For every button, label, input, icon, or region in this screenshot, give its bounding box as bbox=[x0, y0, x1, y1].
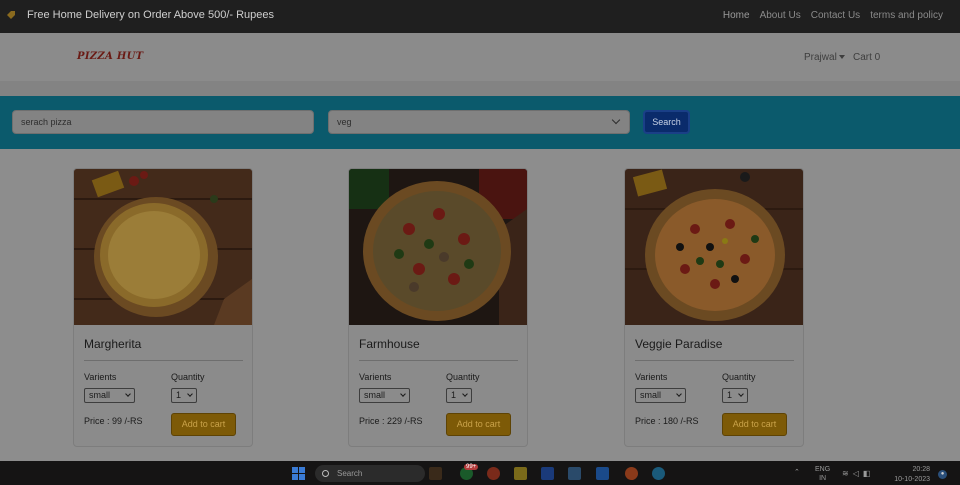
chevron-down-icon bbox=[400, 391, 406, 397]
taskbar-search[interactable] bbox=[315, 465, 425, 482]
category-select[interactable]: veg bbox=[328, 110, 630, 134]
chevron-down-icon bbox=[462, 391, 468, 397]
variants-label: Varients bbox=[635, 372, 668, 382]
add-to-cart-button[interactable]: Add to cart bbox=[171, 413, 236, 436]
brand-logo[interactable]: PIZZA HUT bbox=[77, 51, 143, 62]
quantity-select[interactable]: 1 bbox=[446, 388, 472, 403]
quantity-value: 1 bbox=[451, 390, 457, 400]
variant-value: small bbox=[640, 390, 662, 400]
avatar-app-icon[interactable] bbox=[429, 467, 442, 480]
header-spacer bbox=[0, 81, 960, 96]
quantity-label: Quantity bbox=[722, 372, 756, 382]
pizza-image bbox=[625, 169, 803, 325]
product-card: Farmhouse Varients Quantity small 1 Pric… bbox=[348, 168, 528, 447]
variant-value: small bbox=[364, 390, 386, 400]
chevron-down-icon bbox=[738, 391, 744, 397]
nav-terms-link[interactable]: terms and policy bbox=[865, 10, 948, 21]
nav-about-link[interactable]: About Us bbox=[755, 10, 806, 21]
pizza-image bbox=[349, 169, 527, 325]
file-explorer-icon[interactable] bbox=[514, 467, 527, 480]
caret-down-icon bbox=[838, 55, 845, 60]
language-code: ENG bbox=[815, 466, 831, 473]
search-input[interactable]: serach pizza bbox=[12, 110, 314, 134]
product-grid: Margherita Varients Quantity small 1 Pri… bbox=[0, 149, 960, 461]
chevron-down-icon bbox=[125, 391, 131, 397]
divider bbox=[359, 360, 518, 361]
product-name: Farmhouse bbox=[359, 337, 420, 351]
vscode-icon[interactable] bbox=[596, 467, 609, 480]
product-card: Margherita Varients Quantity small 1 Pri… bbox=[73, 168, 253, 447]
variant-value: small bbox=[89, 390, 111, 400]
chevron-down-icon bbox=[676, 391, 682, 397]
notification-badge: 99+ bbox=[464, 464, 479, 470]
region-code: IN bbox=[819, 475, 827, 482]
chevron-down-icon bbox=[187, 391, 193, 397]
variants-label: Varients bbox=[84, 372, 117, 382]
chevron-down-icon bbox=[611, 115, 621, 125]
system-tray-icons[interactable]: ≋◁◧ bbox=[842, 469, 874, 478]
nav-home-link[interactable]: Home bbox=[718, 10, 755, 21]
taskbar-search-label: Search bbox=[337, 469, 363, 478]
user-dropdown[interactable]: Prajwal bbox=[804, 52, 845, 63]
clock[interactable]: 20:28 10-10-2023 bbox=[890, 465, 930, 485]
pizza-image bbox=[74, 169, 252, 325]
chrome-icon[interactable] bbox=[625, 467, 638, 480]
quantity-label: Quantity bbox=[171, 372, 205, 382]
variant-select[interactable]: small bbox=[635, 388, 686, 403]
user-name: Prajwal bbox=[804, 52, 837, 63]
powerpoint-icon[interactable] bbox=[487, 467, 500, 480]
search-icon bbox=[322, 470, 329, 477]
divider bbox=[635, 360, 794, 361]
snipping-tool-icon[interactable] bbox=[568, 467, 581, 480]
product-name: Veggie Paradise bbox=[635, 337, 723, 351]
top-bar: Free Home Delivery on Order Above 500/- … bbox=[0, 0, 960, 33]
clock-date: 10-10-2023 bbox=[894, 476, 930, 483]
add-to-cart-button[interactable]: Add to cart bbox=[446, 413, 511, 436]
divider bbox=[84, 360, 243, 361]
quantity-value: 1 bbox=[176, 390, 182, 400]
variants-label: Varients bbox=[359, 372, 392, 382]
notification-icon[interactable]: ● bbox=[938, 470, 947, 479]
chevron-up-icon[interactable]: ⌃ bbox=[794, 468, 800, 476]
product-price: Price : 99 /-RS bbox=[84, 416, 143, 426]
cart-link[interactable]: Cart 0 bbox=[853, 52, 880, 63]
add-to-cart-button[interactable]: Add to cart bbox=[722, 413, 787, 436]
search-band: serach pizza veg Search bbox=[0, 96, 960, 149]
promo-text: Free Home Delivery on Order Above 500/- … bbox=[27, 9, 275, 21]
variant-select[interactable]: small bbox=[359, 388, 410, 403]
quantity-value: 1 bbox=[727, 390, 733, 400]
nav-contact-link[interactable]: Contact Us bbox=[806, 10, 865, 21]
site-header: PIZZA HUT Prajwal Cart 0 bbox=[0, 33, 960, 81]
windows-start-icon[interactable] bbox=[292, 467, 305, 480]
language-indicator[interactable]: ENG IN bbox=[815, 465, 830, 483]
variant-select[interactable]: small bbox=[84, 388, 135, 403]
quantity-select[interactable]: 1 bbox=[722, 388, 748, 403]
quantity-label: Quantity bbox=[446, 372, 480, 382]
product-price: Price : 180 /-RS bbox=[635, 416, 699, 426]
word-icon[interactable] bbox=[541, 467, 554, 480]
product-price: Price : 229 /-RS bbox=[359, 416, 423, 426]
category-value: veg bbox=[337, 117, 352, 127]
tag-icon bbox=[7, 11, 15, 19]
search-button[interactable]: Search bbox=[643, 110, 690, 134]
product-name: Margherita bbox=[84, 337, 142, 351]
product-card: Veggie Paradise Varients Quantity small … bbox=[624, 168, 804, 447]
clock-time: 20:28 bbox=[912, 466, 930, 473]
top-nav: Home About Us Contact Us terms and polic… bbox=[718, 10, 948, 21]
edge-icon[interactable] bbox=[652, 467, 665, 480]
os-taskbar: Search 99+ ⌃ ENG IN ≋◁◧ 20:28 10-10-2023… bbox=[0, 461, 960, 485]
quantity-select[interactable]: 1 bbox=[171, 388, 197, 403]
